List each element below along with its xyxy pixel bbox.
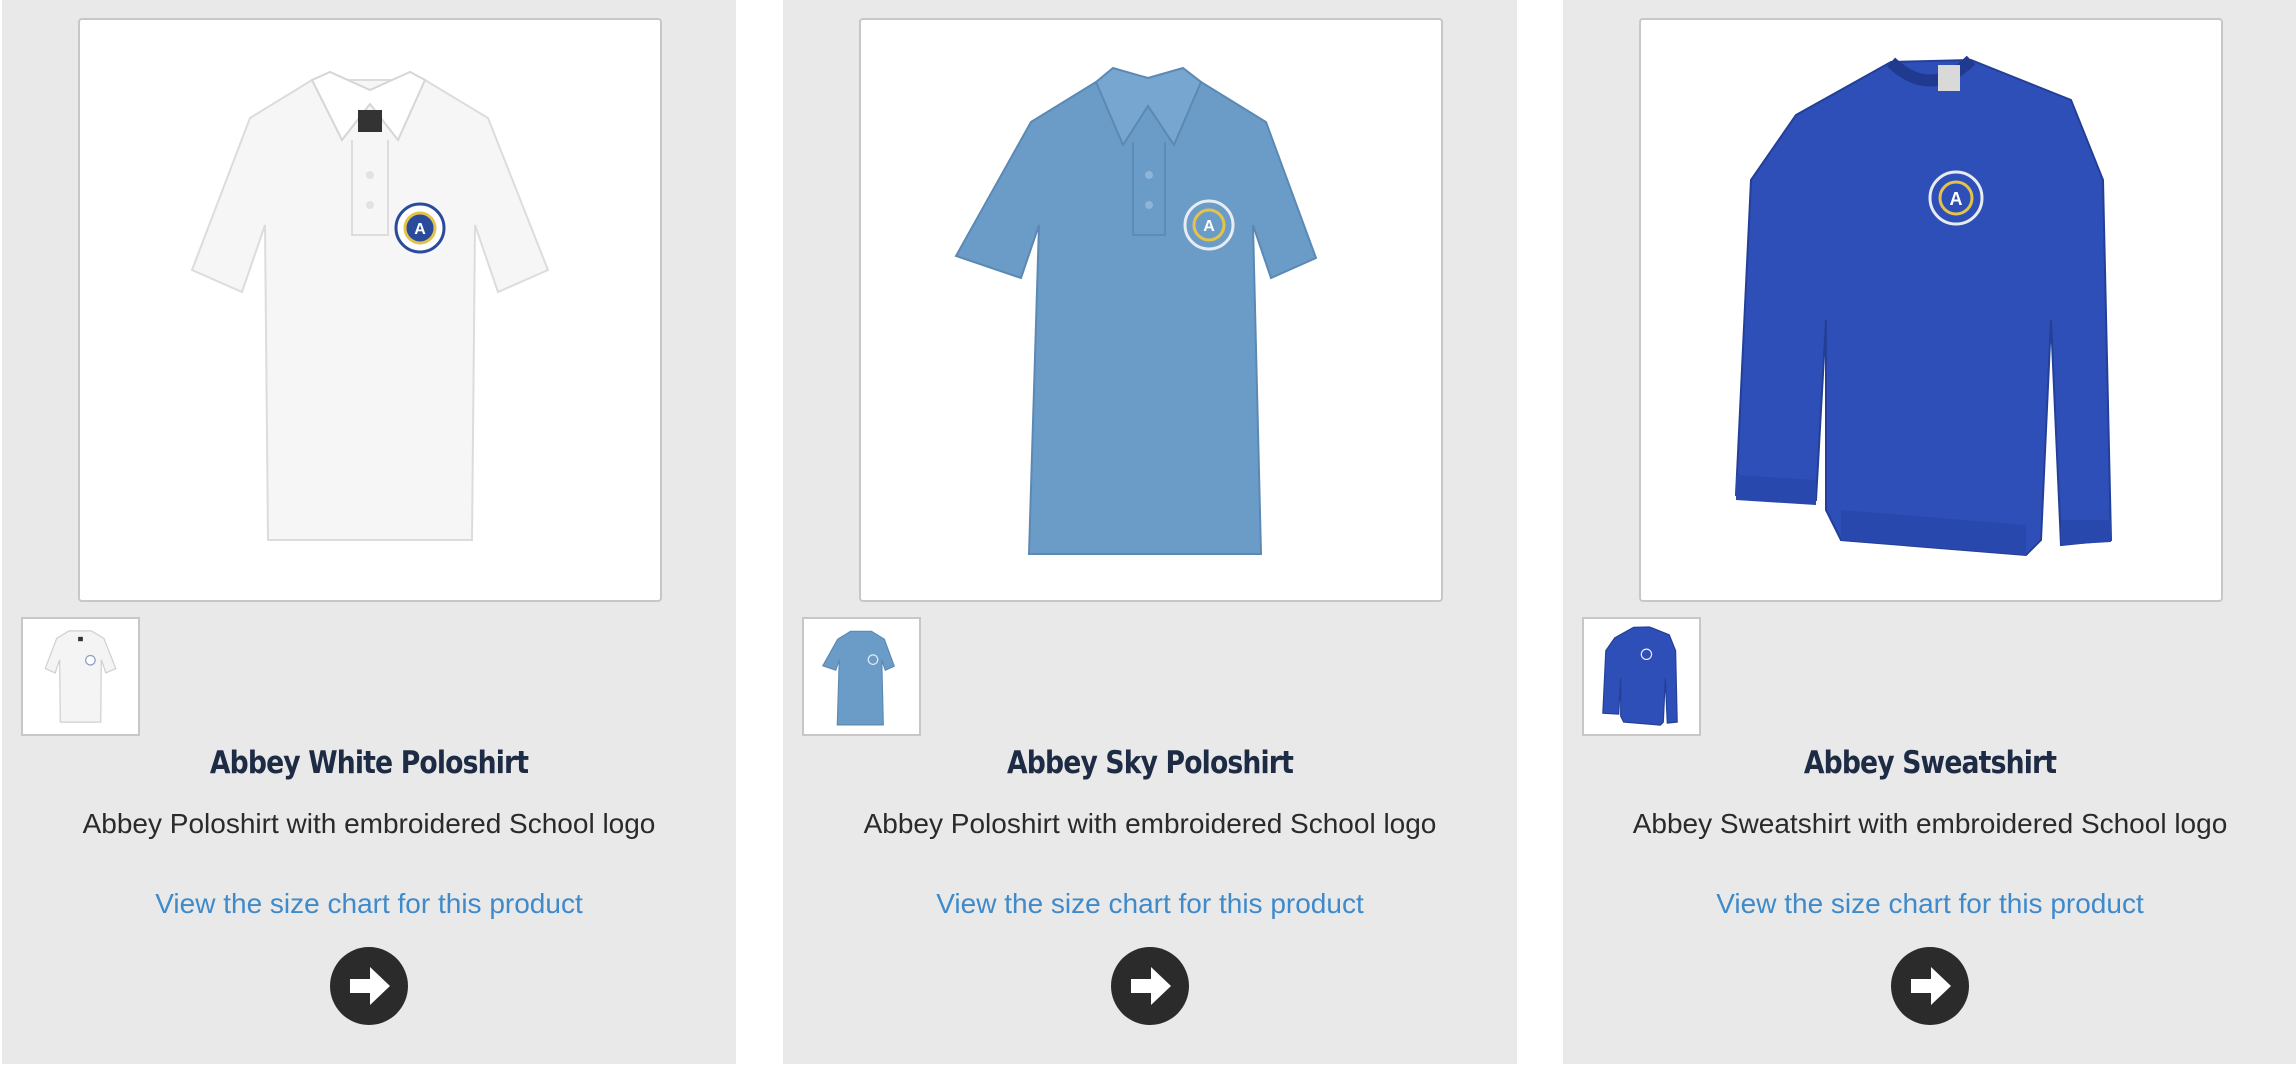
product-grid: A Abbey White Poloshirt Abbey Poloshirt … [0, 0, 2296, 1074]
product-thumbnail[interactable] [1582, 617, 1701, 736]
sweatshirt-thumbnail-icon [1602, 626, 1678, 726]
product-main-image[interactable]: A [859, 18, 1443, 602]
product-title: Abbey White Poloshirt [209, 745, 529, 781]
size-chart-link[interactable]: View the size chart for this product [1563, 888, 2296, 920]
product-description: Abbey Poloshirt with embroidered School … [863, 808, 1437, 839]
product-description: Abbey Sweatshirt with embroidered School… [1632, 808, 2228, 839]
arrow-right-icon [350, 967, 390, 1005]
arrow-right-icon [1911, 967, 1951, 1005]
product-main-image[interactable]: A [1639, 18, 2223, 602]
sky-poloshirt-image: A [954, 66, 1318, 555]
size-chart-link[interactable]: View the size chart for this product [783, 888, 1517, 920]
royal-blue-sweatshirt-image: A [1734, 55, 2113, 557]
view-product-button[interactable] [1111, 947, 1189, 1025]
view-product-button[interactable] [1891, 947, 1969, 1025]
view-product-button[interactable] [330, 947, 408, 1025]
svg-text:A: A [1950, 189, 1963, 209]
svg-text:A: A [1203, 218, 1215, 235]
product-thumbnail[interactable] [21, 617, 140, 736]
product-description: Abbey Poloshirt with embroidered School … [82, 808, 656, 839]
product-card-sky-poloshirt: A Abbey Sky Poloshirt Abbey Poloshirt wi… [783, 0, 1517, 1064]
product-thumbnail[interactable] [802, 617, 921, 736]
product-card-white-poloshirt: A Abbey White Poloshirt Abbey Poloshirt … [2, 0, 736, 1064]
white-poloshirt-image: A [190, 70, 550, 541]
svg-text:A: A [414, 221, 426, 238]
white-poloshirt-thumbnail-icon [44, 630, 117, 723]
sky-poloshirt-thumbnail-icon [821, 630, 895, 726]
product-title: Abbey Sweatshirt [1803, 745, 2057, 781]
arrow-right-icon [1131, 967, 1171, 1005]
product-title: Abbey Sky Poloshirt [1006, 745, 1294, 781]
product-main-image[interactable]: A [78, 18, 662, 602]
product-card-sweatshirt: A Abbey Sweatshirt Abbey Sweatshirt with… [1563, 0, 2296, 1064]
size-chart-link[interactable]: View the size chart for this product [2, 888, 736, 920]
